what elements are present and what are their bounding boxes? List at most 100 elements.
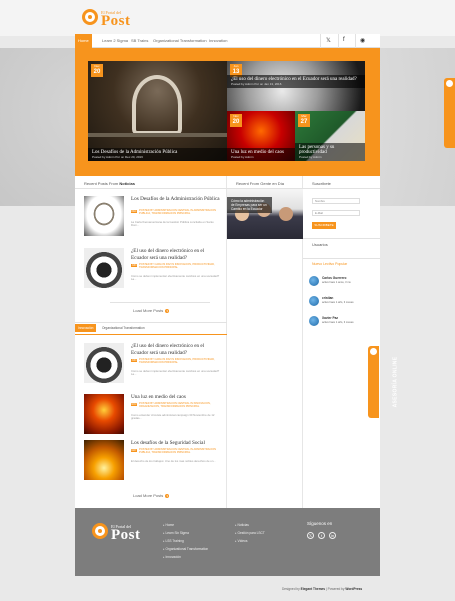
- nav-item-sb-trains[interactable]: SB Trains: [131, 38, 148, 43]
- post-title[interactable]: Los desafíos de la Seguridad Social: [131, 440, 221, 447]
- sidebar: Suscribete Nombre E-Mail SUSCRIBETE Usua…: [303, 176, 380, 508]
- list-item[interactable]: ¿El uso del dinero electrónico en el Ecu…: [84, 248, 224, 293]
- featured-tile-1[interactable]: Jun 13 ¿El uso del dinero electrónico en …: [227, 61, 365, 111]
- nav-item-innovation[interactable]: Innovation: [209, 38, 227, 43]
- featured-caption: Una luz en medio del caos Posted by Admin: [227, 148, 295, 161]
- list-item[interactable]: Los desafíos de la Seguridad Social MAY …: [84, 440, 224, 485]
- twitter-icon[interactable]: 𝕏: [307, 532, 314, 539]
- credit-link-elegant[interactable]: Elegant Themes: [301, 587, 325, 591]
- featured-slider: Dec 20 Los Desafíos de la Administración …: [75, 48, 380, 176]
- divider: [75, 322, 227, 323]
- footer-link[interactable]: Vídeos: [235, 539, 248, 543]
- name-field[interactable]: Nombre: [312, 198, 360, 204]
- member-status: active hace 1 año, 3 meses: [322, 301, 354, 304]
- list-item[interactable]: Carlos Guerrero active hace 1 anos, 3 ms: [309, 276, 375, 292]
- gente-image[interactable]: Cómo la administración de Empresas para …: [227, 189, 303, 239]
- nav-item-organizational[interactable]: Organizational Transformation: [153, 38, 207, 43]
- logo-wordmark: Post: [111, 527, 141, 543]
- linkedin-icon[interactable]: in: [329, 532, 336, 539]
- member-name[interactable]: Xavier Paz: [322, 316, 338, 320]
- footer-link[interactable]: Learn Six Sigma: [163, 531, 189, 535]
- subscribe-button[interactable]: SUSCRIBETE: [312, 222, 336, 229]
- footer-logo[interactable]: El Portal del Post: [90, 522, 152, 544]
- twitter-icon[interactable]: 𝕏: [326, 37, 331, 44]
- site-footer: El Portal del Post Home Learn Six Sigma …: [75, 508, 380, 576]
- featured-caption: ¿El uso del dinero electrónico en el Ecu…: [227, 75, 365, 88]
- member-name[interactable]: Carlos Guerrero: [322, 276, 346, 280]
- users-heading: Usuarios: [312, 242, 328, 247]
- gente-caption: Cómo la administración de Empresas para …: [227, 197, 272, 213]
- list-item[interactable]: ¿El uso del dinero electrónico en el Ecu…: [84, 343, 224, 388]
- gente-column: Recent From Gente en Día Cómo la adminis…: [227, 176, 303, 508]
- post-title[interactable]: Una luz en medio del caos: [131, 394, 221, 401]
- post-thumbnail[interactable]: [84, 248, 124, 288]
- member-status: active hace 1 anos, 3 ms: [322, 281, 351, 284]
- facebook-icon[interactable]: f: [343, 37, 345, 43]
- logo-ring-icon: [92, 523, 108, 539]
- chevron-down-icon: ▾: [165, 308, 170, 313]
- logo-wordmark: Post: [101, 13, 131, 29]
- site-logo[interactable]: El Portal del Post: [80, 8, 142, 30]
- footer-link[interactable]: Organizational Transformation: [163, 547, 209, 551]
- post-title[interactable]: ¿El uso del dinero electrónico en el Ecu…: [131, 248, 221, 261]
- post-title[interactable]: Los Desafíos de la Administración Públic…: [131, 196, 221, 203]
- avatar[interactable]: [309, 296, 319, 306]
- nav-item-learn[interactable]: Learn 2 Sigma: [102, 38, 128, 43]
- featured-caption: Las personas y su productividad Posted by…: [295, 143, 365, 161]
- nav-divider: [320, 34, 321, 48]
- footer-link[interactable]: Home: [163, 523, 175, 527]
- email-field[interactable]: E-Mail: [312, 210, 360, 216]
- footer-link[interactable]: Gestión para LSCT: [235, 531, 265, 535]
- post-thumbnail[interactable]: [84, 343, 124, 383]
- list-item[interactable]: Los Desafíos de la Administración Públic…: [84, 196, 224, 241]
- tab-organizational[interactable]: Organizational Transformation: [99, 324, 148, 332]
- logo-ring-icon: [82, 9, 98, 25]
- divider: [303, 238, 380, 239]
- date-tag: JUN 13: [131, 359, 137, 365]
- post-title[interactable]: ¿El uso del dinero electrónico en el Ecu…: [131, 343, 221, 356]
- facebook-icon[interactable]: f: [318, 532, 325, 539]
- avatar[interactable]: [309, 276, 319, 286]
- main-content: Recent Posts From Noticias Los Desafíos …: [75, 176, 380, 508]
- post-excerpt: Cómo se deben implementar efectivamente …: [131, 369, 220, 377]
- credit-link-wordpress[interactable]: WordPress: [345, 587, 362, 591]
- date-badge: Nov 20: [230, 114, 242, 127]
- users-tabs[interactable]: Nuevo Lectivo Popular: [312, 262, 347, 266]
- date-badge: Mar 27: [298, 114, 310, 127]
- footer-link[interactable]: Noticias: [235, 523, 249, 527]
- post-thumbnail[interactable]: [84, 440, 124, 480]
- post-excerpt: Como entender circuiste adminisnat campa…: [131, 413, 215, 421]
- post-excerpt: Cómo se deben implementar efectivamente …: [131, 274, 220, 282]
- post-meta: POSTED BY ADMINISTRACION CENTRAL IN ADMI…: [139, 209, 216, 216]
- list-item[interactable]: Xavier Paz active hace 1 año, 3 meses: [309, 316, 375, 332]
- featured-tile-main[interactable]: Dec 20 Los Desafíos de la Administración …: [88, 61, 227, 161]
- online-help-tab[interactable]: ASESORÍA ONLINE: [368, 346, 398, 418]
- chevron-down-icon: ▾: [165, 493, 170, 498]
- rss-icon[interactable]: ◉: [360, 37, 365, 44]
- list-item[interactable]: Una luz en medio del caos NOV 20 POSTED …: [84, 394, 224, 439]
- nav-item-home[interactable]: Home: [75, 34, 92, 48]
- date-tag: DEC 20: [131, 210, 137, 216]
- footer-follow-heading: Síguenos en: [307, 521, 333, 526]
- person-shape: [279, 207, 293, 221]
- online-help-tab[interactable]: ASESORÍA ONLINE: [444, 78, 455, 148]
- featured-tile-3[interactable]: Mar 27 Las personas y su productividad Pos…: [295, 111, 365, 161]
- post-meta: POSTED BY ADMINISTRACION CENTRAL IN ADMI…: [139, 448, 216, 455]
- footer-link[interactable]: LSS Training: [163, 539, 184, 543]
- nav-divider: [338, 34, 339, 48]
- chat-icon: [446, 80, 453, 87]
- load-more-button[interactable]: Load More Posts ▾: [133, 308, 170, 313]
- divider: [75, 188, 227, 189]
- tab-innovacion[interactable]: Innovación: [75, 324, 97, 332]
- avatar[interactable]: [309, 316, 319, 326]
- post-thumbnail[interactable]: [84, 196, 124, 236]
- subscribe-heading: Suscribete: [312, 181, 331, 186]
- post-excerpt: La Carta Iberoamericana de la Gestión Pú…: [131, 220, 214, 228]
- list-item[interactable]: cristian active hace 1 año, 3 meses: [309, 296, 375, 312]
- load-more-button[interactable]: Load More Posts ▾: [133, 493, 170, 498]
- post-thumbnail[interactable]: [84, 394, 124, 434]
- featured-tile-2[interactable]: Nov 20 Una luz en medio del caos Posted by…: [227, 111, 295, 161]
- posts-column: Recent Posts From Noticias Los Desafíos …: [75, 176, 227, 508]
- member-name[interactable]: cristian: [322, 296, 333, 300]
- footer-link[interactable]: Innovación: [163, 555, 181, 559]
